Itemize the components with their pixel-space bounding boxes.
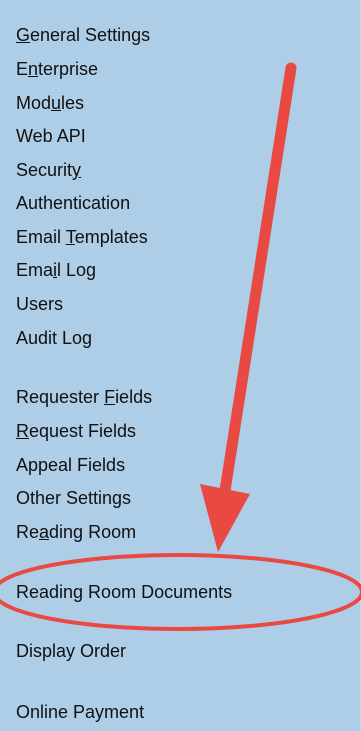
- menu-item-online-payment[interactable]: Online Payment: [16, 698, 144, 726]
- menu-item-email-templates[interactable]: Email Templates: [16, 223, 148, 251]
- menu-item-requester-fields[interactable]: Requester Fields: [16, 383, 152, 411]
- menu-item-modules[interactable]: Modules: [16, 89, 84, 117]
- accesskey-letter: R: [16, 421, 29, 441]
- settings-sidebar: General Settings Enterprise Modules Web …: [0, 0, 361, 731]
- accesskey-letter: G: [16, 25, 31, 45]
- menu-item-security[interactable]: Security: [16, 156, 81, 184]
- accesskey-letter: y: [72, 160, 82, 180]
- menu-item-appeal-fields[interactable]: Appeal Fields: [16, 451, 125, 479]
- accesskey-letter: T: [65, 227, 75, 247]
- menu-item-display-order[interactable]: Display Order: [16, 637, 126, 665]
- menu-item-other-settings[interactable]: Other Settings: [16, 484, 131, 512]
- menu-item-enterprise[interactable]: Enterprise: [16, 55, 98, 83]
- accesskey-letter: i: [53, 260, 58, 280]
- accesskey-letter: a: [39, 522, 50, 542]
- settings-menu: General Settings Enterprise Modules Web …: [0, 0, 360, 731]
- menu-item-email-log[interactable]: Email Log: [16, 256, 96, 284]
- menu-item-general-settings[interactable]: General Settings: [16, 21, 150, 49]
- accesskey-letter: u: [51, 93, 62, 113]
- menu-item-audit-log[interactable]: Audit Log: [16, 324, 92, 352]
- accesskey-letter: n: [28, 59, 39, 79]
- menu-item-users[interactable]: Users: [16, 290, 63, 318]
- accesskey-letter: F: [104, 387, 116, 407]
- menu-item-reading-room[interactable]: Reading Room: [16, 518, 136, 546]
- menu-item-web-api[interactable]: Web API: [16, 122, 86, 150]
- menu-item-reading-room-documents[interactable]: Reading Room Documents: [16, 578, 232, 606]
- menu-item-authentication[interactable]: Authentication: [16, 189, 130, 217]
- menu-item-request-fields[interactable]: Request Fields: [16, 417, 136, 445]
